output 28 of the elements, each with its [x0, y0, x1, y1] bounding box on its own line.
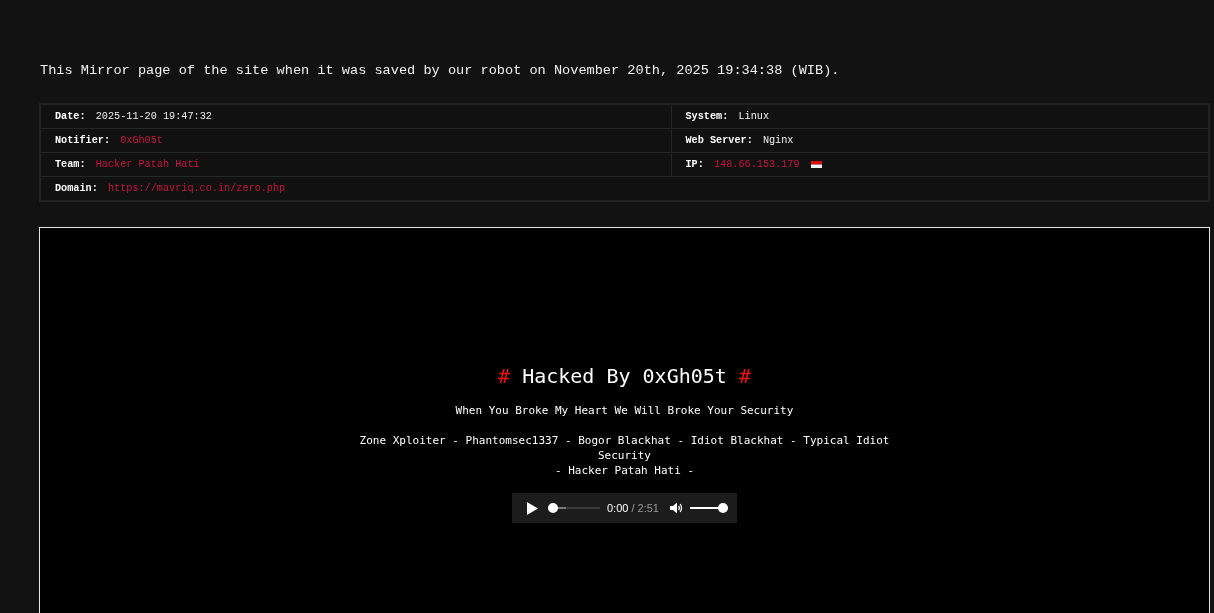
tagline-text: When You Broke My Heart We Will Broke Your Security — [455, 403, 794, 418]
team-text: - Hacker Patah Hati - — [554, 463, 695, 478]
time-elapsed: 0:00 — [607, 502, 629, 514]
page-heading: # Hacked By 0xGh05t # — [498, 364, 751, 388]
field-label: Date: — [55, 111, 86, 122]
volume-button[interactable] — [669, 502, 683, 514]
speaker-icon — [669, 502, 683, 514]
value-link[interactable]: 0xGh05t — [120, 135, 163, 146]
field-label: System: — [685, 111, 729, 122]
field-value: 2025-11-20 19:47:32 — [95, 111, 212, 122]
groups-text: Zone Xploiter - Phantomsec1337 - Bogor Blackhat - Idiot Blackhat - Typical Idiot Security — [358, 433, 891, 463]
value-link[interactable]: 148.66.153.179 — [713, 159, 800, 170]
field-label: Notifier: — [55, 135, 111, 146]
value-link[interactable]: https://mavriq.co.in/zero.php — [107, 183, 286, 194]
field-value: Linux — [738, 111, 769, 122]
slider-thumb[interactable] — [717, 503, 728, 513]
field-label: Team: — [55, 159, 86, 170]
field-value: Nginx — [762, 135, 794, 146]
field-label: Web Server: — [685, 135, 753, 146]
seek-slider[interactable] — [548, 503, 600, 513]
time-duration: / 2:51 — [631, 502, 659, 514]
field-label: IP: — [685, 159, 704, 170]
field-label: Domain: — [55, 183, 98, 194]
play-button[interactable] — [527, 501, 538, 515]
volume-slider[interactable] — [689, 503, 728, 513]
intro-text: This Mirror page of the site when it was saved by our robot on November 20th, 2025 19:34:38 (WIB). — [40, 62, 840, 80]
play-icon — [527, 501, 538, 515]
value-link[interactable]: Hacker Patah Hati — [95, 159, 200, 170]
